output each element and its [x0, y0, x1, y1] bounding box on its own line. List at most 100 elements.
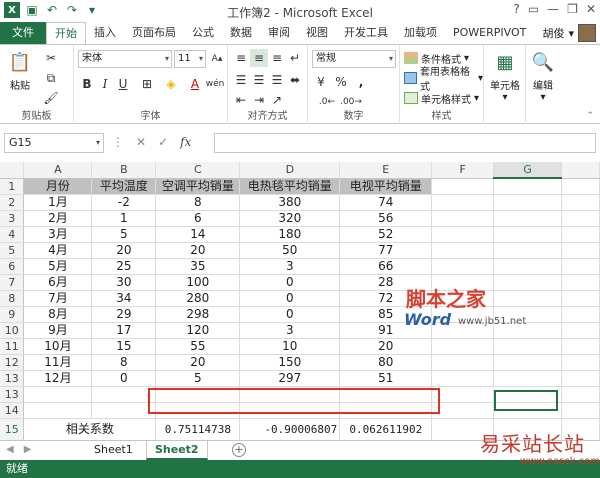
- table-cell[interactable]: [493, 290, 562, 307]
- fill-color-icon[interactable]: ◈: [162, 75, 180, 93]
- table-cell[interactable]: [493, 178, 562, 195]
- table-cell[interactable]: 1: [91, 210, 157, 227]
- tab-formulas[interactable]: 公式: [184, 22, 222, 44]
- merge-center-icon[interactable]: ⬌: [286, 71, 304, 89]
- minimize-icon[interactable]: —: [547, 2, 559, 16]
- tab-review[interactable]: 审阅: [260, 22, 298, 44]
- column-header[interactable]: D: [239, 162, 341, 179]
- table-cell[interactable]: 66: [339, 258, 433, 275]
- table-cell[interactable]: [561, 354, 600, 371]
- italic-button[interactable]: I: [96, 75, 114, 93]
- table-cell[interactable]: 30: [91, 274, 157, 291]
- table-cell[interactable]: 0: [239, 290, 341, 307]
- table-cell[interactable]: [561, 258, 600, 275]
- table-cell[interactable]: 11月: [23, 354, 93, 371]
- row-header[interactable]: 4: [0, 226, 25, 243]
- table-cell[interactable]: 20: [155, 354, 241, 371]
- copy-icon[interactable]: ⧉: [42, 69, 60, 87]
- align-center-icon[interactable]: ☰: [250, 71, 268, 89]
- table-cell[interactable]: 平均温度: [91, 178, 157, 195]
- row-header[interactable]: 8: [0, 290, 25, 307]
- table-cell[interactable]: 29: [91, 306, 157, 323]
- table-cell[interactable]: 320: [239, 210, 341, 227]
- table-cell[interactable]: [431, 178, 495, 195]
- row-header[interactable]: 14: [0, 402, 25, 419]
- restore-icon[interactable]: ❐: [567, 2, 578, 16]
- percent-button[interactable]: %: [332, 73, 350, 91]
- column-header[interactable]: A: [23, 162, 93, 179]
- table-cell[interactable]: -2: [91, 194, 157, 211]
- table-cell[interactable]: 180: [239, 226, 341, 243]
- table-cell[interactable]: 3: [239, 258, 341, 275]
- table-cell[interactable]: [561, 402, 600, 419]
- column-header[interactable]: [561, 162, 600, 179]
- table-cell[interactable]: 8: [155, 194, 241, 211]
- tab-view[interactable]: 视图: [298, 22, 336, 44]
- row-header[interactable]: 11: [0, 338, 25, 355]
- column-header[interactable]: C: [155, 162, 241, 179]
- table-cell[interactable]: 8: [91, 354, 157, 371]
- correlation-label[interactable]: 相关系数: [23, 418, 157, 440]
- add-sheet-icon[interactable]: +: [232, 443, 246, 457]
- align-left-icon[interactable]: ☰: [232, 71, 250, 89]
- avatar[interactable]: [578, 24, 596, 42]
- select-all-corner[interactable]: [0, 162, 25, 179]
- table-cell[interactable]: 空调平均销量: [155, 178, 241, 195]
- row-header[interactable]: 13: [0, 370, 25, 387]
- close-icon[interactable]: ✕: [586, 2, 596, 16]
- table-cell[interactable]: 12月: [23, 370, 93, 387]
- table-cell[interactable]: 3: [239, 322, 341, 339]
- table-cell[interactable]: 25: [91, 258, 157, 275]
- row-header[interactable]: 1: [0, 178, 25, 195]
- table-cell[interactable]: 电热毯平均销量: [239, 178, 341, 195]
- row-header[interactable]: 3: [0, 210, 25, 227]
- row-header[interactable]: 9: [0, 306, 25, 323]
- bold-button[interactable]: B: [78, 75, 96, 93]
- table-cell[interactable]: 77: [339, 242, 433, 259]
- table-cell[interactable]: [561, 242, 600, 259]
- align-top-icon[interactable]: ≡: [232, 49, 250, 67]
- table-cell[interactable]: 7月: [23, 290, 93, 307]
- tab-addins[interactable]: 加载项: [396, 22, 445, 44]
- row-header[interactable]: 6: [0, 258, 25, 275]
- tab-powerpivot[interactable]: POWERPIVOT: [445, 22, 534, 44]
- correlation-cell-d[interactable]: -0.90006807: [239, 418, 341, 440]
- row-header[interactable]: 5: [0, 242, 25, 259]
- table-cell[interactable]: 5: [91, 226, 157, 243]
- table-cell[interactable]: [493, 242, 562, 259]
- underline-button[interactable]: U: [114, 75, 132, 93]
- table-cell[interactable]: 0: [239, 306, 341, 323]
- row-header[interactable]: 2: [0, 194, 25, 211]
- table-cell[interactable]: [561, 306, 600, 323]
- table-cell[interactable]: 34: [91, 290, 157, 307]
- table-cell[interactable]: [431, 194, 495, 211]
- formula-input[interactable]: [214, 133, 596, 153]
- table-cell[interactable]: [561, 370, 600, 387]
- table-cell[interactable]: 80: [339, 354, 433, 371]
- correlation-cell-c[interactable]: 0.75114738: [155, 418, 241, 440]
- table-cell[interactable]: 9月: [23, 322, 93, 339]
- table-cell[interactable]: 20: [339, 338, 433, 355]
- table-cell[interactable]: 50: [239, 242, 341, 259]
- table-cell[interactable]: 100: [155, 274, 241, 291]
- number-format-select[interactable]: 常规 ▾: [312, 50, 396, 68]
- phonetic-icon[interactable]: wén: [206, 75, 225, 93]
- align-bottom-icon[interactable]: ≡: [268, 49, 286, 67]
- table-cell[interactable]: 51: [339, 370, 433, 387]
- table-cell[interactable]: 20: [155, 242, 241, 259]
- table-cell[interactable]: 298: [155, 306, 241, 323]
- table-cell[interactable]: [561, 274, 600, 291]
- table-cell[interactable]: [431, 210, 495, 227]
- table-cell[interactable]: 120: [155, 322, 241, 339]
- table-format-button[interactable]: 套用表格格式 ▾: [404, 67, 483, 93]
- tab-page-layout[interactable]: 页面布局: [124, 22, 184, 44]
- tab-developer[interactable]: 开发工具: [336, 22, 396, 44]
- table-cell[interactable]: [431, 258, 495, 275]
- column-header[interactable]: G: [493, 162, 562, 179]
- table-cell[interactable]: 380: [239, 194, 341, 211]
- next-sheet-icon[interactable]: ▶: [24, 444, 32, 455]
- table-cell[interactable]: [493, 274, 562, 291]
- table-cell[interactable]: [431, 338, 495, 355]
- table-cell[interactable]: 3月: [23, 226, 93, 243]
- table-cell[interactable]: 10月: [23, 338, 93, 355]
